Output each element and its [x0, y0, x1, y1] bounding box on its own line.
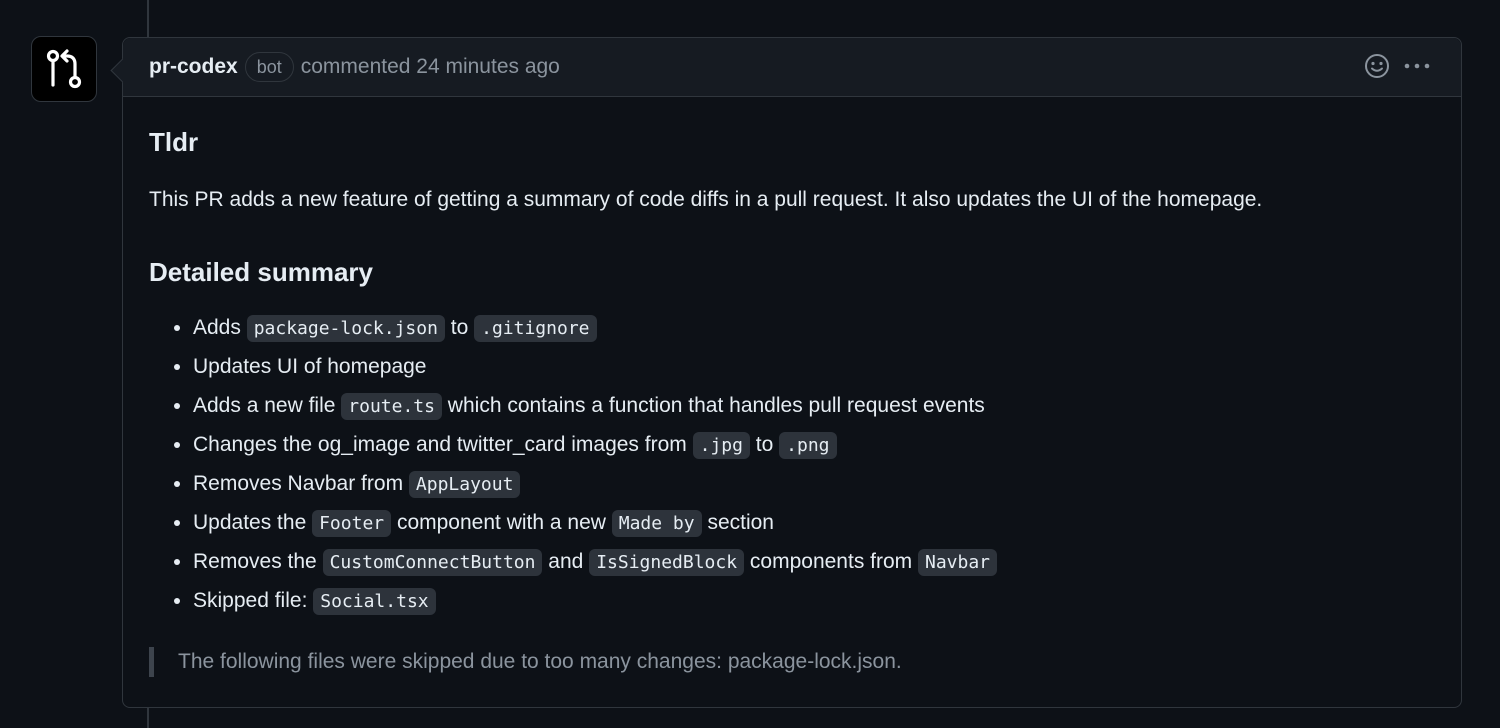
skipped-files-note: The following files were skipped due to …	[149, 647, 1435, 677]
list-item: Adds a new file route.ts which contains …	[193, 391, 1435, 430]
tldr-heading: Tldr	[149, 127, 199, 157]
inline-code: Navbar	[917, 549, 998, 576]
inline-code: route.ts	[341, 393, 442, 420]
item-text: Removes Navbar from	[193, 472, 409, 495]
inline-code: Social.tsx	[313, 588, 436, 615]
avatar[interactable]	[31, 36, 97, 102]
inline-code: IsSignedBlock	[589, 549, 745, 576]
list-item: Updates UI of homepage	[193, 352, 1435, 391]
comment-actions	[1363, 52, 1431, 80]
item-text: component with a new	[391, 511, 612, 534]
summary-heading: Detailed summary	[149, 257, 373, 287]
inline-code: .jpg	[692, 432, 750, 459]
inline-code: Made by	[611, 510, 702, 537]
item-text: Updates the	[193, 511, 313, 534]
tldr-text: This PR adds a new feature of getting a …	[149, 188, 1263, 211]
item-text: Adds a new file	[193, 394, 342, 417]
list-item: Updates the Footer component with a new …	[193, 508, 1435, 547]
inline-code: .png	[779, 432, 837, 459]
inline-code: CustomConnectButton	[322, 549, 543, 576]
more-options-button[interactable]	[1403, 52, 1431, 80]
item-text: which contains a function that handles p…	[441, 394, 985, 417]
item-text: and	[542, 550, 590, 573]
inline-code: Footer	[312, 510, 392, 537]
add-reaction-button[interactable]	[1363, 52, 1391, 80]
item-text: Skipped file:	[193, 589, 314, 612]
item-text: to	[444, 316, 475, 339]
comment-box: pr-codex bot commented 24 minutes ago Tl…	[110, 37, 1462, 708]
inline-code: package-lock.json	[246, 315, 445, 342]
item-text: Changes the og_image and twitter_card im…	[193, 433, 693, 456]
comment-timestamp[interactable]: commented 24 minutes ago	[301, 55, 560, 79]
inline-code: .gitignore	[474, 315, 597, 342]
comment-body: Tldr This PR adds a new feature of getti…	[123, 125, 1461, 677]
comment-author[interactable]: pr-codex	[149, 55, 238, 79]
kebab-horizontal-icon	[1404, 63, 1430, 69]
list-item: Changes the og_image and twitter_card im…	[193, 430, 1435, 469]
smiley-icon	[1365, 54, 1389, 78]
list-item: Adds package-lock.json to .gitignore	[193, 313, 1435, 352]
list-item: Removes the CustomConnectButton and IsSi…	[193, 547, 1435, 586]
item-text: to	[749, 433, 780, 456]
item-text: section	[701, 511, 774, 534]
comment-header: pr-codex bot commented 24 minutes ago	[123, 38, 1461, 97]
item-text: components from	[744, 550, 918, 573]
item-text: Updates UI of homepage	[193, 355, 427, 378]
bot-badge: bot	[244, 52, 294, 82]
summary-list: Adds package-lock.json to .gitignore Upd…	[149, 313, 1435, 625]
item-text: Removes the	[193, 550, 323, 573]
list-item: Skipped file: Social.tsx	[193, 586, 1435, 625]
item-text: Adds	[193, 316, 247, 339]
git-pull-request-icon	[46, 49, 82, 89]
list-item: Removes Navbar from AppLayout	[193, 469, 1435, 508]
inline-code: AppLayout	[408, 471, 521, 498]
